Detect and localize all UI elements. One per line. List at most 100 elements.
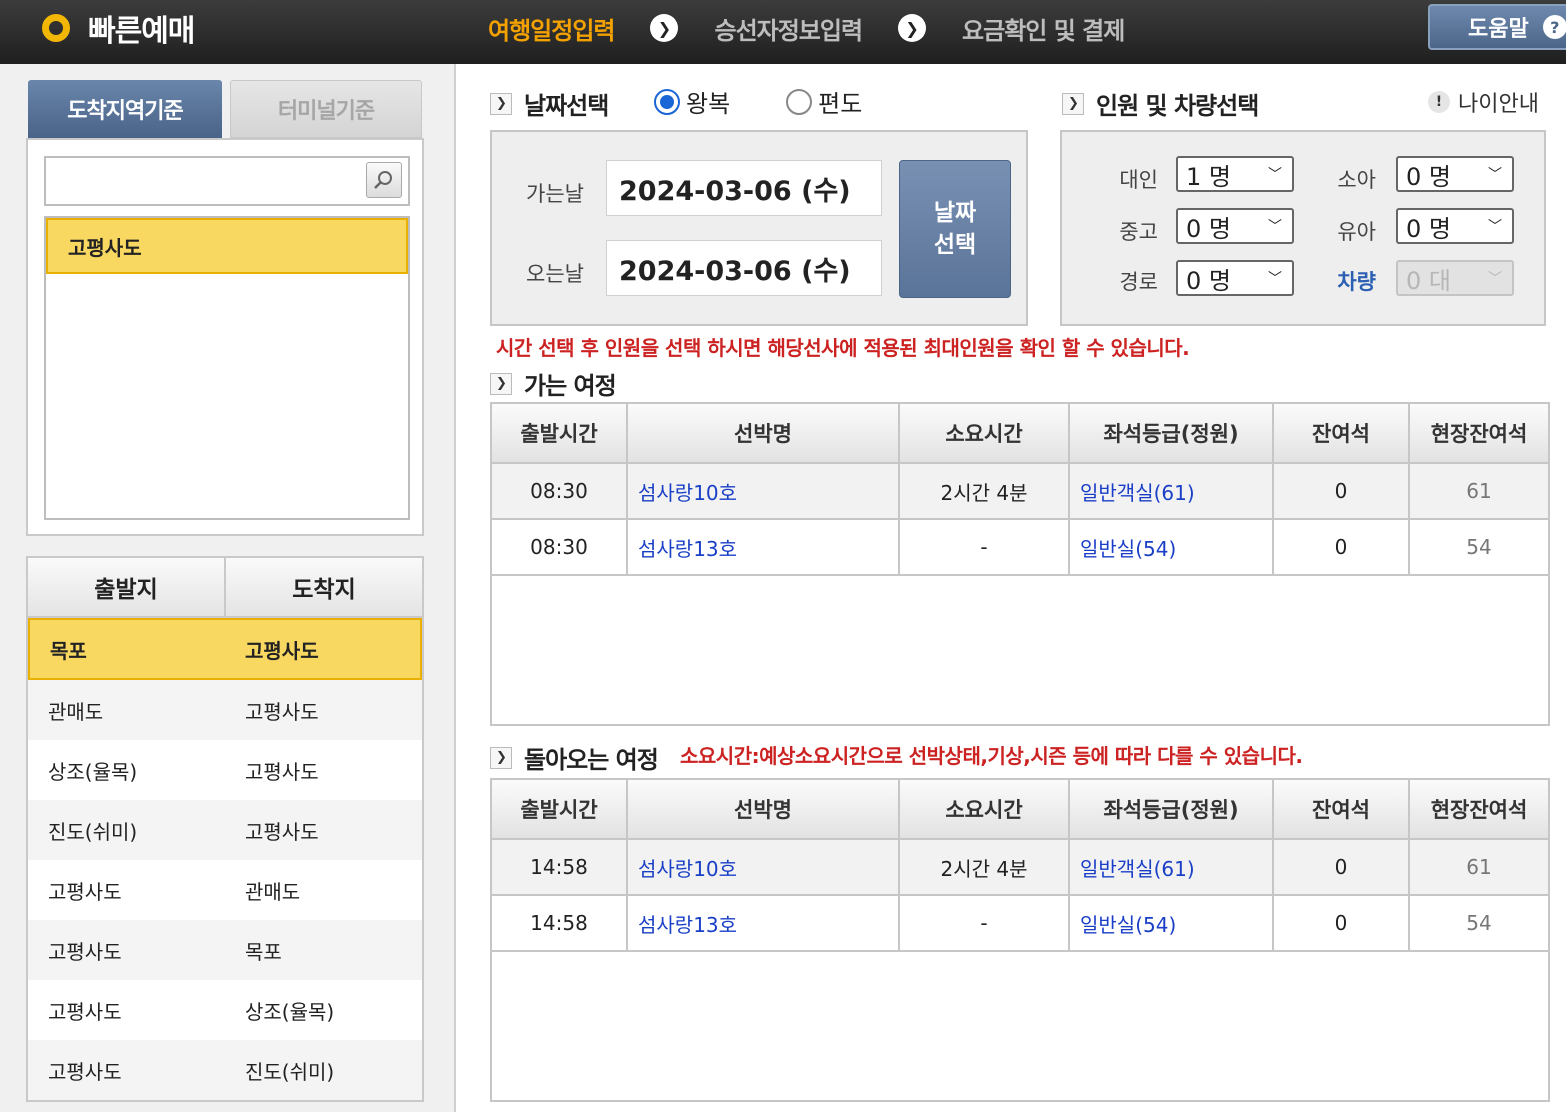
chevron-down-icon: ﹀ bbox=[1488, 167, 1502, 183]
seat-class-link[interactable]: 일반실(54) bbox=[1070, 520, 1274, 574]
chevron-right-icon: ❯ bbox=[1062, 92, 1084, 115]
pax-panel: 대인 1 명 ﹀ 소아 0 명 ﹀ 중고 0 명 ﹀ 유아 0 명 ﹀ 경로 0… bbox=[1060, 130, 1546, 326]
senior-value: 0 명 bbox=[1186, 266, 1231, 295]
table-row[interactable]: 14:58 섬사랑10호 2시간 4분 일반객실(61) 0 61 bbox=[492, 840, 1548, 896]
route-from: 고평사도 bbox=[48, 879, 122, 904]
header-arrival: 도착지 bbox=[292, 577, 356, 603]
one-way-label[interactable]: 편도 bbox=[818, 84, 862, 119]
col-duration: 소요시간 bbox=[900, 780, 1070, 838]
logo: 빠른예매 bbox=[42, 8, 195, 49]
select-date-button[interactable]: 날짜 선택 bbox=[899, 160, 1011, 298]
chevron-right-icon: ❯ bbox=[490, 92, 512, 115]
cell-duration: 2시간 4분 bbox=[900, 840, 1070, 894]
table-row[interactable]: 14:58 섬사랑13호 - 일반실(54) 0 54 bbox=[492, 896, 1548, 952]
seat-class-link[interactable]: 일반객실(61) bbox=[1070, 840, 1274, 894]
search-button[interactable] bbox=[366, 162, 402, 198]
col-onsite-remaining: 현장잔여석 bbox=[1430, 422, 1528, 446]
cell-time: 14:58 bbox=[492, 896, 628, 950]
route-from: 진도(쉬미) bbox=[48, 819, 138, 844]
cell-onsite: 61 bbox=[1466, 479, 1492, 503]
adult-value: 1 명 bbox=[1186, 162, 1231, 191]
adult-select[interactable]: 1 명 ﹀ bbox=[1176, 156, 1294, 192]
tab-terminal[interactable]: 터미널기준 bbox=[230, 80, 422, 138]
logo-ring-icon bbox=[42, 14, 70, 42]
route-to: 목포 bbox=[245, 939, 282, 964]
chevron-down-icon: ﹀ bbox=[1268, 271, 1282, 287]
region-search-panel: 고평사도 bbox=[26, 138, 424, 536]
help-label: 도움말 bbox=[1468, 17, 1529, 42]
cell-remaining: 0 bbox=[1274, 840, 1410, 894]
tab-arrival-region[interactable]: 도착지역기준 bbox=[28, 80, 222, 138]
question-icon: ? bbox=[1542, 15, 1566, 39]
ship-link[interactable]: 섬사랑13호 bbox=[628, 896, 900, 950]
col-remaining: 잔여석 bbox=[1274, 780, 1410, 838]
logo-text: 빠른예매 bbox=[88, 14, 195, 49]
search-icon bbox=[374, 171, 392, 189]
age-guide-link[interactable]: ! 나이안내 bbox=[1428, 86, 1539, 118]
route-row[interactable]: 고평사도 관매도 bbox=[28, 860, 422, 920]
cell-duration: 2시간 4분 bbox=[900, 464, 1070, 518]
col-depart-time: 출발시간 bbox=[492, 780, 628, 838]
route-to: 고평사도 bbox=[245, 699, 319, 724]
route-from: 고평사도 bbox=[48, 999, 122, 1024]
depart-date-field[interactable]: 2024-03-06 (수) bbox=[606, 160, 882, 216]
step-payment: 요금확인 및 결제 bbox=[962, 16, 1125, 45]
return-date-label: 오는날 bbox=[526, 262, 584, 286]
route-row[interactable]: 고평사도 진도(쉬미) bbox=[28, 1040, 422, 1100]
step-itinerary: 여행일정입력 bbox=[488, 16, 615, 45]
table-row[interactable]: 08:30 섬사랑10호 2시간 4분 일반객실(61) 0 61 bbox=[492, 464, 1548, 520]
top-bar: 빠른예매 여행일정입력 ❯ 승선자정보입력 ❯ 요금확인 및 결제 도움말 ? bbox=[0, 0, 1566, 64]
route-row[interactable]: 진도(쉬미) 고평사도 bbox=[28, 800, 422, 860]
pax-notice: 시간 선택 후 인원을 선택 하시면 해당선사에 적용된 최대인원을 확인 할 … bbox=[496, 336, 1190, 360]
outbound-table: 출발시간 선박명 소요시간 좌석등급(정원) 잔여석 현장잔여석 08:30 섬… bbox=[490, 402, 1550, 726]
col-seat-class: 좌석등급(정원) bbox=[1070, 780, 1274, 838]
region-search-input[interactable] bbox=[44, 156, 410, 206]
ship-link[interactable]: 섬사랑10호 bbox=[628, 464, 900, 518]
infant-select[interactable]: 0 명 ﹀ bbox=[1396, 208, 1514, 244]
vehicle-label: 차량 bbox=[1337, 270, 1376, 294]
trip-type-radio-group: 왕복 편도 bbox=[654, 84, 862, 119]
route-row[interactable]: 상조(율목) 고평사도 bbox=[28, 740, 422, 800]
duration-notice: 소요시간:예상소요시간으로 선박상태,기상,시즌 등에 따라 다를 수 있습니다… bbox=[680, 744, 1303, 768]
table-row[interactable]: 08:30 섬사랑13호 - 일반실(54) 0 54 bbox=[492, 520, 1548, 576]
info-icon: ! bbox=[1428, 91, 1450, 113]
step-passenger: 승선자정보입력 bbox=[714, 16, 863, 45]
chevron-right-icon: ❯ bbox=[490, 746, 512, 769]
route-from: 고평사도 bbox=[48, 939, 122, 964]
route-row[interactable]: 관매도 고평사도 bbox=[28, 680, 422, 740]
route-row[interactable]: 고평사도 목포 bbox=[28, 920, 422, 980]
date-section-title: ❯ 날짜선택 bbox=[490, 86, 609, 121]
one-way-radio[interactable] bbox=[786, 88, 813, 115]
col-duration: 소요시간 bbox=[900, 404, 1070, 462]
child-value: 0 명 bbox=[1406, 162, 1451, 191]
col-depart-time: 출발시간 bbox=[492, 404, 628, 462]
chevron-right-icon: ❯ bbox=[490, 372, 512, 395]
header-departure: 출발지 bbox=[28, 558, 226, 616]
child-select[interactable]: 0 명 ﹀ bbox=[1396, 156, 1514, 192]
chevron-down-icon: ﹀ bbox=[1268, 167, 1282, 183]
youth-select[interactable]: 0 명 ﹀ bbox=[1176, 208, 1294, 244]
cell-duration: - bbox=[900, 896, 1070, 950]
route-to: 진도(쉬미) bbox=[245, 1059, 335, 1084]
pax-section-title: ❯ 인원 및 차량선택 bbox=[1062, 86, 1259, 121]
route-row[interactable]: 목포 고평사도 bbox=[28, 618, 422, 680]
ship-link[interactable]: 섬사랑10호 bbox=[628, 840, 900, 894]
cell-onsite: 61 bbox=[1466, 855, 1492, 879]
help-button[interactable]: 도움말 ? bbox=[1428, 4, 1566, 50]
ship-link[interactable]: 섬사랑13호 bbox=[628, 520, 900, 574]
region-list-item[interactable]: 고평사도 bbox=[46, 218, 408, 274]
inbound-label: 돌아오는 여정 bbox=[524, 746, 659, 774]
seat-class-link[interactable]: 일반객실(61) bbox=[1070, 464, 1274, 518]
cell-time: 08:30 bbox=[492, 464, 628, 518]
seat-class-link[interactable]: 일반실(54) bbox=[1070, 896, 1274, 950]
senior-select[interactable]: 0 명 ﹀ bbox=[1176, 260, 1294, 296]
round-trip-label[interactable]: 왕복 bbox=[686, 84, 730, 119]
round-trip-radio[interactable] bbox=[654, 88, 680, 115]
outbound-table-header: 출발시간 선박명 소요시간 좌석등급(정원) 잔여석 현장잔여석 bbox=[492, 404, 1548, 464]
col-seat-class: 좌석등급(정원) bbox=[1070, 404, 1274, 462]
youth-label: 중고 bbox=[1119, 220, 1158, 244]
senior-label: 경로 bbox=[1119, 270, 1158, 294]
return-date-field[interactable]: 2024-03-06 (수) bbox=[606, 240, 882, 296]
route-row[interactable]: 고평사도 상조(율목) bbox=[28, 980, 422, 1040]
adult-label: 대인 bbox=[1119, 168, 1158, 192]
